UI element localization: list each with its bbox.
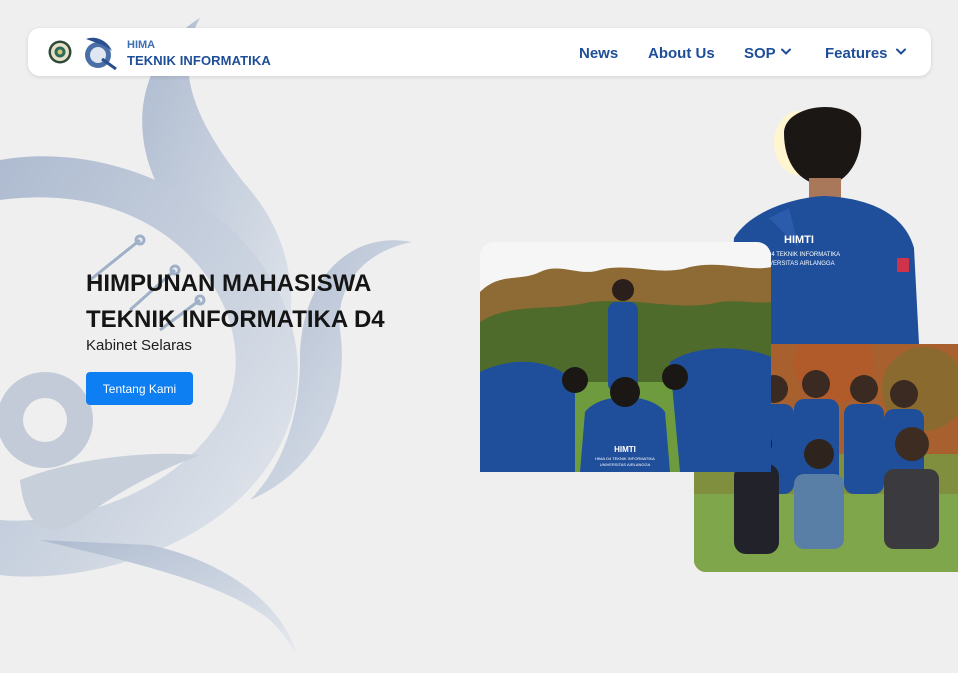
hero-title: HIMPUNAN MAHASISWA TEKNIK INFORMATIKA D4: [86, 266, 466, 338]
front-jacket-line-3: UNIVERSITAS AIRLANGGA: [600, 462, 651, 467]
nav-sop[interactable]: SOP: [744, 45, 776, 62]
navbar: HIMA TEKNIK INFORMATIKA News About Us SO…: [28, 28, 931, 76]
brand-top-label: HIMA: [127, 39, 156, 51]
photo-group-front: HIMTI HIMA D4 TEKNIK INFORMATIKA UNIVERS…: [480, 242, 771, 472]
front-jacket-line-1: HIMTI: [614, 445, 636, 454]
nav-about-us[interactable]: About Us: [648, 45, 715, 62]
chevron-down-icon[interactable]: [781, 48, 791, 56]
hero-title-line-1: HIMPUNAN MAHASISWA: [86, 270, 372, 297]
brand-name[interactable]: TEKNIK INFORMATIKA: [127, 53, 271, 68]
hima-logo-icon[interactable]: [82, 33, 118, 71]
front-jacket-line-2: HIMA D4 TEKNIK INFORMATIKA: [595, 456, 655, 461]
nav-news[interactable]: News: [579, 45, 618, 62]
nav-features[interactable]: Features: [825, 45, 888, 62]
back-jacket-line-2: D4 TEKNIK INFORMATIKA: [767, 252, 840, 258]
hero-subtitle: Kabinet Selaras: [86, 337, 192, 354]
hero-title-line-2: TEKNIK INFORMATIKA D4: [86, 306, 385, 333]
university-seal-icon[interactable]: [48, 40, 72, 64]
back-jacket-line-3: VERSITAS AIRLANGGA: [769, 261, 835, 267]
back-jacket-line-1: HIMTI: [784, 234, 814, 246]
about-us-button[interactable]: Tentang Kami: [86, 372, 193, 405]
chevron-down-icon[interactable]: [896, 48, 906, 56]
